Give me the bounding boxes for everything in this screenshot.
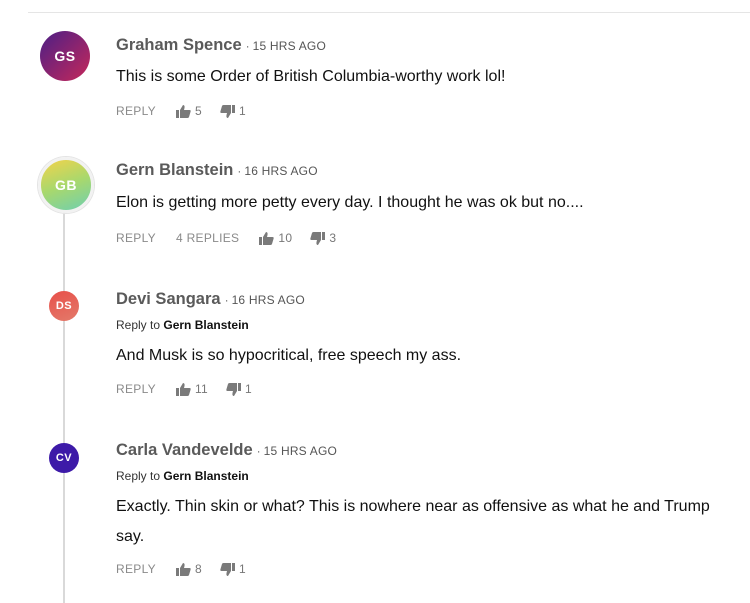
separator-dot: · <box>256 444 261 458</box>
reply-to-prefix: Reply to <box>116 318 161 332</box>
reply-to-label: Reply to Gern Blanstein <box>116 318 249 332</box>
dislike-button[interactable]: 1 <box>226 382 252 396</box>
reply-button[interactable]: REPLY <box>116 382 156 396</box>
thread-connector-line <box>63 212 65 603</box>
timestamp: 15 HRS AGO <box>263 444 338 458</box>
dislike-count: 3 <box>329 231 337 245</box>
like-button[interactable]: 11 <box>175 382 209 396</box>
dislike-button[interactable]: 3 <box>310 231 336 245</box>
reply-to-prefix: Reply to <box>116 469 161 483</box>
avatar[interactable]: GB <box>38 157 94 213</box>
like-count: 11 <box>194 382 209 396</box>
dislike-count: 1 <box>238 562 246 576</box>
reply-button[interactable]: REPLY <box>116 562 156 576</box>
avatar-initials: CV <box>55 452 73 464</box>
timestamp: 15 HRS AGO <box>252 39 327 53</box>
thumbs-down-icon <box>220 104 235 118</box>
thumbs-down-icon <box>220 562 235 576</box>
avatar[interactable]: GS <box>40 31 90 81</box>
reply-button[interactable]: REPLY <box>116 104 156 118</box>
comment-body: And Musk is so hypocritical, free speech… <box>116 347 462 364</box>
thumbs-up-icon <box>175 562 191 576</box>
thumbs-up-icon <box>259 231 275 245</box>
comment-actions: REPLY 8 1 <box>116 562 264 576</box>
author-name[interactable]: Carla Vandevelde <box>116 441 253 459</box>
dislike-button[interactable]: 1 <box>220 104 246 118</box>
like-button[interactable]: 10 <box>259 231 292 245</box>
reply-to-author[interactable]: Gern Blanstein <box>163 318 248 332</box>
top-divider <box>28 12 750 13</box>
comment-body: Elon is getting more petty every day. I … <box>116 194 584 211</box>
thumbs-down-icon <box>226 382 242 396</box>
avatar-initials: DS <box>55 300 73 312</box>
author-name[interactable]: Devi Sangara <box>116 290 221 308</box>
like-count: 10 <box>278 231 293 245</box>
avatar[interactable]: CV <box>49 443 79 473</box>
separator-dot: · <box>224 293 229 307</box>
separator-dot: · <box>237 164 242 178</box>
thumbs-down-icon <box>310 231 326 245</box>
timestamp: 16 HRS AGO <box>231 293 305 307</box>
like-button[interactable]: 5 <box>175 104 202 118</box>
timestamp: 16 HRS AGO <box>244 164 318 178</box>
reply-to-label: Reply to Gern Blanstein <box>116 469 249 483</box>
like-count: 8 <box>194 562 202 576</box>
avatar[interactable]: DS <box>49 291 79 321</box>
separator-dot: · <box>245 39 250 53</box>
thumbs-up-icon <box>175 382 191 396</box>
author-name[interactable]: Graham Spence <box>116 36 242 54</box>
reply-button[interactable]: REPLY <box>116 231 156 245</box>
comment-actions: REPLY 5 1 <box>116 104 264 118</box>
comment-body: This is some Order of British Columbia-w… <box>116 68 506 85</box>
comment-body: Exactly. Thin skin or what? This is nowh… <box>116 498 710 545</box>
author-name[interactable]: Gern Blanstein <box>116 161 233 179</box>
dislike-button[interactable]: 1 <box>220 562 246 576</box>
avatar-initials: GS <box>54 48 76 64</box>
like-count: 5 <box>194 104 202 118</box>
like-button[interactable]: 8 <box>175 562 202 576</box>
comment-actions: REPLY 4 REPLIES 10 3 <box>116 231 354 245</box>
dislike-count: 1 <box>238 104 246 118</box>
dislike-count: 1 <box>245 382 253 396</box>
avatar-initials: GB <box>55 177 77 193</box>
comment-actions: REPLY 11 1 <box>116 382 270 396</box>
reply-to-author[interactable]: Gern Blanstein <box>163 469 248 483</box>
view-replies-button[interactable]: 4 REPLIES <box>176 231 239 245</box>
thumbs-up-icon <box>175 104 191 118</box>
